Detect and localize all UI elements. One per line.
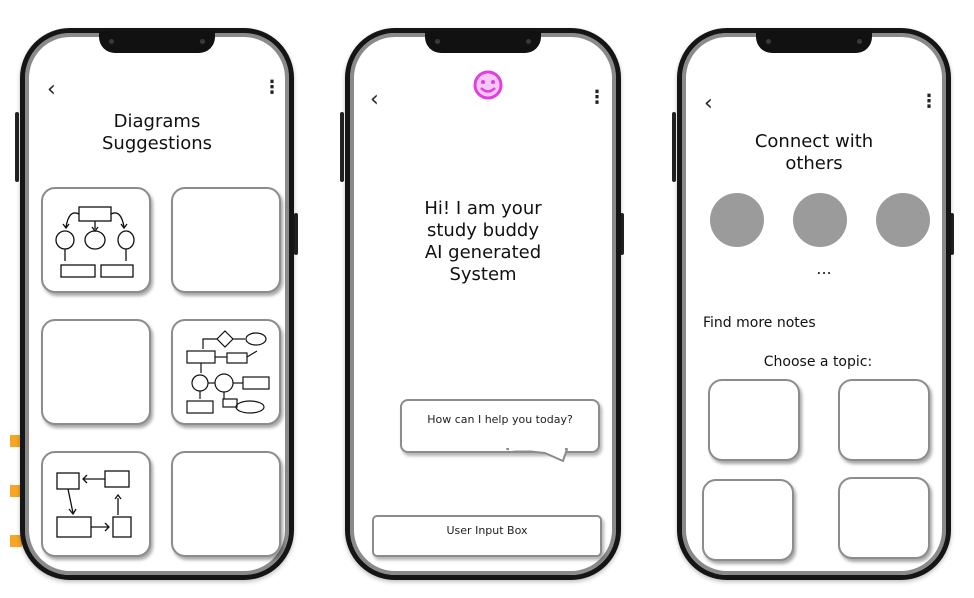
- diagram-tile-loop[interactable]: [41, 451, 151, 557]
- phone-side-button: [294, 213, 298, 255]
- back-chevron-icon[interactable]: ‹: [47, 79, 56, 101]
- phone-notch: [756, 31, 872, 53]
- back-chevron-icon[interactable]: ‹: [704, 93, 713, 115]
- more-vertical-icon[interactable]: ⋮: [263, 79, 281, 97]
- bubble-tail: [506, 447, 568, 462]
- phone-notch: [99, 31, 215, 53]
- avatar[interactable]: [876, 193, 930, 247]
- avatar[interactable]: [710, 193, 764, 247]
- topic-tile[interactable]: [838, 379, 930, 461]
- flowchart-sketch-icon: [55, 206, 135, 278]
- more-vertical-icon[interactable]: ⋮: [920, 93, 938, 111]
- smiley-face-icon: [473, 70, 503, 100]
- more-vertical-icon[interactable]: ⋮: [588, 89, 606, 107]
- topic-tile[interactable]: [702, 479, 794, 561]
- process-sketch-icon: [186, 330, 270, 414]
- more-users-ellipsis[interactable]: ...: [682, 259, 966, 278]
- phone-notch: [425, 31, 541, 53]
- assistant-greeting: Hi! I am your study buddy AI generated S…: [424, 198, 542, 285]
- phone-connect: ‹ ⋮ Connect with others ... Find more no…: [677, 28, 951, 580]
- diagram-tile-flowchart[interactable]: [41, 187, 151, 293]
- phone-side-button: [15, 112, 19, 182]
- find-more-notes-link[interactable]: Find more notes: [703, 315, 816, 331]
- phone-side-button: [672, 112, 676, 182]
- phone-diagrams: ‹ ⋮ Diagrams Suggestions: [20, 28, 294, 580]
- phone-study-buddy: ‹ ⋮ Hi! I am your study buddy AI generat…: [345, 28, 621, 580]
- diagram-tile-empty[interactable]: [171, 451, 281, 557]
- user-input-box[interactable]: User Input Box: [372, 515, 602, 557]
- page-title: Diagrams Suggestions: [102, 111, 212, 154]
- diagram-tile-process[interactable]: [171, 319, 281, 425]
- avatar[interactable]: [793, 193, 847, 247]
- diagram-tile-empty[interactable]: [41, 319, 151, 425]
- choose-topic-label: Choose a topic:: [763, 354, 873, 370]
- assistant-chat-bubble: How can I help you today?: [400, 399, 600, 453]
- phone-side-button: [340, 112, 344, 182]
- diagram-tile-empty[interactable]: [171, 187, 281, 293]
- topic-tile[interactable]: [838, 477, 930, 559]
- loop-sketch-icon: [56, 470, 132, 538]
- back-chevron-icon[interactable]: ‹: [370, 89, 379, 111]
- page-title: Connect with others: [754, 131, 874, 174]
- topic-tile[interactable]: [708, 379, 800, 461]
